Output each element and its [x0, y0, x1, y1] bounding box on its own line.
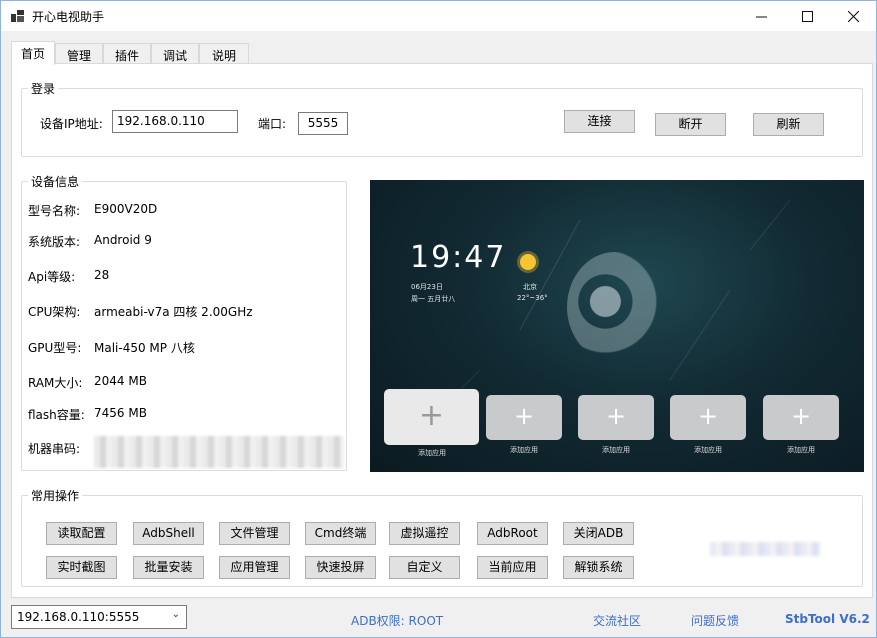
tab-manage[interactable]: 管理	[55, 43, 103, 64]
plus-icon: +	[790, 402, 812, 430]
adbroot-button[interactable]: AdbRoot	[477, 522, 548, 545]
home-tab-page: 登录 设备IP地址: 192.168.0.110 端口: 5555 连接 断开 …	[11, 63, 873, 598]
os-version-value: Android 9	[94, 233, 152, 247]
virtual-remote-button[interactable]: 虚拟遥控	[389, 522, 460, 545]
minimize-button[interactable]	[738, 1, 784, 31]
feedback-link[interactable]: 问题反馈	[691, 612, 739, 629]
login-legend: 登录	[28, 80, 59, 97]
api-level-value: 28	[94, 268, 110, 282]
port-label: 端口:	[258, 117, 287, 131]
refresh-button[interactable]: 刷新	[753, 113, 824, 136]
tv-date: 06月23日	[411, 283, 443, 291]
login-group: 登录 设备IP地址: 192.168.0.110 端口: 5555 连接 断开 …	[21, 80, 863, 157]
tv-tile-1-label: 添加应用	[418, 449, 446, 457]
batch-install-button[interactable]: 批量安装	[133, 556, 204, 579]
ram-label: RAM大小:	[28, 376, 83, 390]
plus-icon: +	[513, 402, 535, 430]
maximize-icon	[801, 10, 813, 22]
app-manager-button[interactable]: 应用管理	[219, 556, 290, 579]
tv-tile-5-label: 添加应用	[787, 446, 815, 454]
app-window: 开心电视助手 首页 管理 插件 调试 说明 登录 设备IP地址: 192.168…	[0, 0, 877, 638]
close-icon	[847, 10, 859, 22]
device-select-value: 192.168.0.110:5555	[17, 610, 140, 624]
tv-tile-2: +	[486, 395, 562, 440]
tv-temp: 22°~36°	[517, 294, 548, 302]
community-link[interactable]: 交流社区	[593, 612, 641, 629]
disconnect-button[interactable]: 断开	[655, 113, 726, 136]
screenshot-button[interactable]: 实时截图	[46, 556, 117, 579]
tv-tile-2-label: 添加应用	[510, 446, 538, 454]
ram-value: 2044 MB	[94, 374, 147, 388]
serial-label: 机器串码:	[28, 442, 81, 456]
file-manager-button[interactable]: 文件管理	[219, 522, 290, 545]
tv-screenshot: 19:47 06月23日 周一 五月廿八 北京 22°~36° + 添加应用 +…	[370, 180, 864, 472]
device-info-legend: 设备信息	[28, 173, 83, 190]
flash-value: 7456 MB	[94, 406, 147, 420]
tv-tile-3: +	[578, 395, 654, 440]
adb-permission-label: ADB权限: ROOT	[351, 614, 444, 628]
api-level-label: Api等级:	[28, 270, 76, 284]
quick-cast-button[interactable]: 快速投屏	[305, 556, 376, 579]
version-label: StbTool V6.2	[785, 612, 870, 626]
app-icon	[11, 10, 24, 22]
ip-label: 设备IP地址:	[40, 117, 103, 131]
tab-home[interactable]: 首页	[11, 41, 55, 65]
status-bar: 192.168.0.110:5555 ⌄ ADB权限: ROOT 交流社区 问题…	[1, 601, 876, 637]
os-version-label: 系统版本:	[28, 235, 81, 249]
connect-button[interactable]: 连接	[564, 110, 635, 133]
device-info-group: 设备信息 型号名称: E900V20D 系统版本: Android 9 Api等…	[21, 173, 347, 471]
maximize-button[interactable]	[784, 1, 830, 31]
flash-label: flash容量:	[28, 408, 85, 422]
chevron-down-icon: ⌄	[171, 609, 180, 620]
custom-button[interactable]: 自定义	[389, 556, 460, 579]
minimize-icon	[755, 16, 767, 17]
model-label: 型号名称:	[28, 204, 81, 218]
current-app-button[interactable]: 当前应用	[477, 556, 548, 579]
tv-tile-3-label: 添加应用	[602, 446, 630, 454]
unlock-system-button[interactable]: 解锁系统	[563, 556, 634, 579]
read-config-button[interactable]: 读取配置	[46, 522, 117, 545]
tv-weekday: 周一 五月廿八	[411, 295, 456, 303]
tab-debug[interactable]: 调试	[151, 43, 199, 64]
tv-clock: 19:47	[410, 240, 507, 275]
tv-tile-5: +	[763, 395, 839, 440]
title-bar: 开心电视助手	[1, 1, 876, 31]
tv-city: 北京	[523, 283, 537, 291]
tv-logo	[567, 252, 663, 362]
gpu-label: GPU型号:	[28, 341, 82, 355]
common-ops-group: 常用操作 读取配置 AdbShell 文件管理 Cmd终端 虚拟遥控 AdbRo…	[21, 487, 863, 587]
plus-icon: +	[418, 398, 445, 433]
plus-icon: +	[605, 402, 627, 430]
tab-plugins[interactable]: 插件	[103, 43, 151, 64]
port-input[interactable]: 5555	[298, 112, 348, 135]
tv-tile-4-label: 添加应用	[694, 446, 722, 454]
tab-help[interactable]: 说明	[199, 43, 249, 64]
ip-input[interactable]: 192.168.0.110	[112, 110, 238, 133]
model-value: E900V20D	[94, 202, 158, 216]
gpu-value: Mali-450 MP 八核	[94, 341, 195, 355]
device-select[interactable]: 192.168.0.110:5555 ⌄	[11, 605, 187, 629]
cpu-value: armeabi-v7a 四核 2.00GHz	[94, 305, 253, 319]
plus-icon: +	[697, 402, 719, 430]
cpu-label: CPU架构:	[28, 305, 81, 319]
close-adb-button[interactable]: 关闭ADB	[563, 522, 634, 545]
tv-tile-1: +	[384, 389, 479, 445]
cmd-terminal-button[interactable]: Cmd终端	[305, 522, 376, 545]
sun-icon	[520, 254, 536, 270]
window-title: 开心电视助手	[32, 10, 105, 24]
tv-tile-4: +	[670, 395, 746, 440]
redacted-text	[710, 542, 820, 556]
adbshell-button[interactable]: AdbShell	[133, 522, 204, 545]
serial-value-redacted	[94, 436, 344, 468]
close-button[interactable]	[830, 1, 876, 31]
common-ops-legend: 常用操作	[28, 487, 83, 504]
